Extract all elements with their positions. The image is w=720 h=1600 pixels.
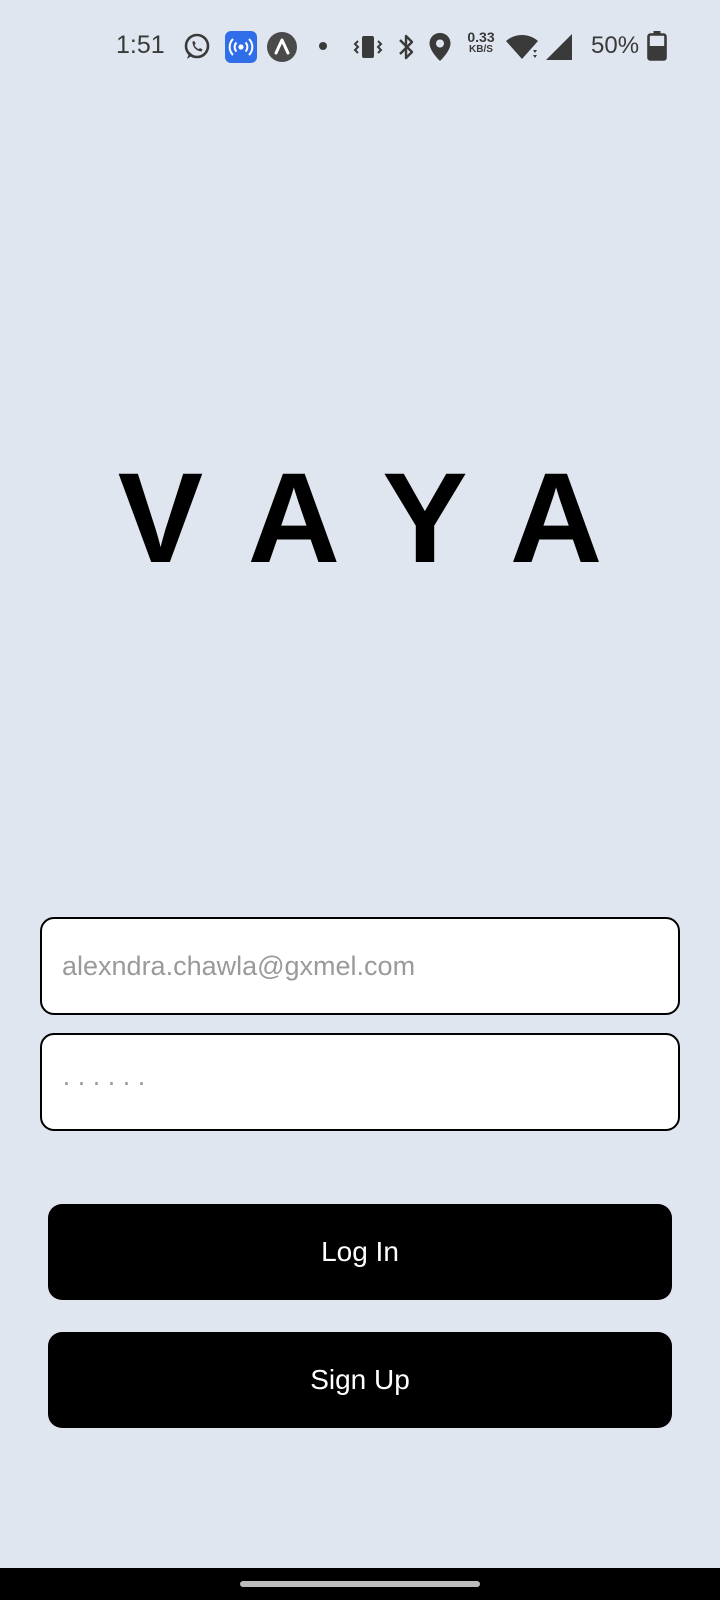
battery-percent: 50% bbox=[591, 32, 640, 59]
bluetooth-icon bbox=[399, 34, 414, 60]
app-arrow-icon bbox=[267, 32, 297, 62]
status-time: 1:51 bbox=[116, 31, 165, 59]
email-input[interactable] bbox=[42, 919, 678, 1013]
login-button[interactable]: Log In bbox=[48, 1204, 672, 1300]
app-logo: VAYA bbox=[117, 447, 657, 590]
wifi-icon bbox=[506, 35, 538, 59]
vibrate-icon bbox=[353, 36, 383, 58]
network-speed-unit: KB/S bbox=[469, 44, 493, 55]
email-field[interactable] bbox=[40, 917, 680, 1015]
home-gesture-handle[interactable] bbox=[240, 1581, 480, 1587]
signup-button[interactable]: Sign Up bbox=[48, 1332, 672, 1428]
navigation-bar bbox=[0, 1568, 720, 1600]
whatsapp-icon bbox=[184, 33, 210, 59]
battery-icon bbox=[647, 31, 667, 61]
notification-dot-icon bbox=[319, 42, 327, 50]
location-icon bbox=[429, 33, 451, 61]
password-field[interactable] bbox=[40, 1033, 680, 1131]
hotspot-icon bbox=[225, 31, 257, 63]
signal-icon bbox=[546, 34, 572, 60]
password-input[interactable] bbox=[42, 1035, 678, 1129]
status-bar: 1:51 0.33 KB/S 50% bbox=[0, 0, 720, 94]
network-speed-value: 0.33 bbox=[467, 29, 495, 45]
network-speed: 0.33 KB/S bbox=[463, 30, 499, 55]
